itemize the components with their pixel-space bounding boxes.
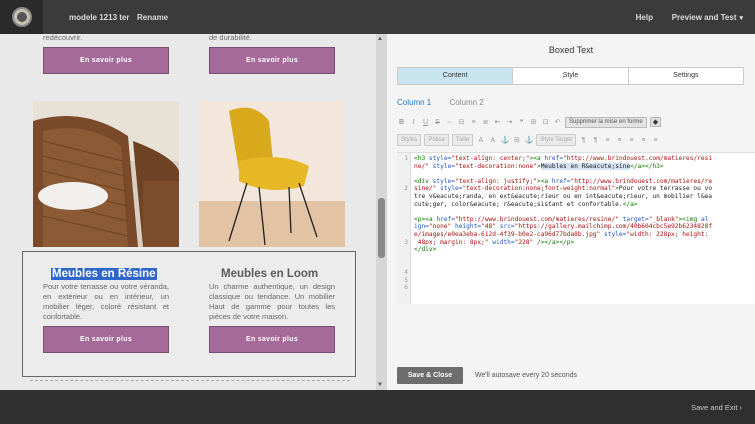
blockquote-icon[interactable]: ❝ <box>517 118 526 126</box>
chevron-right-icon: › <box>739 403 743 412</box>
chimp-logo-icon <box>11 7 32 27</box>
image-icon[interactable]: ⊡ <box>541 118 550 126</box>
undo-icon[interactable]: ↶ <box>553 118 562 126</box>
chevron-down-icon: ▾ <box>739 15 743 22</box>
insert-table-icon[interactable]: ⊞ <box>512 136 521 144</box>
size-dropdown[interactable]: Taille <box>451 134 474 146</box>
table-icon[interactable]: ⊞ <box>529 118 538 126</box>
text-color-icon[interactable]: A <box>476 137 485 144</box>
top-bar: modele 1213 ter Rename Help Preview and … <box>0 0 755 34</box>
underline-button[interactable]: U <box>421 119 430 126</box>
indent-icon[interactable]: ⇥ <box>505 118 514 126</box>
bottom-bar: Save and Exit › <box>0 390 755 424</box>
en-savoir-plus-button[interactable]: En savoir plus <box>43 47 169 74</box>
en-savoir-plus-button[interactable]: En savoir plus <box>209 47 335 74</box>
autosave-notice: We'll autosave every 20 seconds <box>475 372 577 379</box>
campaign-name: modele 1213 ter <box>69 13 130 22</box>
editor-tabs: Content Style Settings <box>397 67 744 85</box>
ltr-icon[interactable]: ¶ <box>579 137 588 144</box>
block-divider <box>30 380 350 381</box>
html-source-editor[interactable]: 1 2 3 4 5 6 <h3 style="text-align: cente… <box>397 152 755 304</box>
strike-button[interactable]: S <box>433 119 442 126</box>
merge-tag-icon[interactable]: ⚓ <box>524 136 534 144</box>
format-toolbar-2: Styles Police Taille A A ⚓ ⊞ ⚓ Style Tar… <box>397 133 660 147</box>
unlink-icon[interactable]: ⊟ <box>457 118 466 126</box>
email-preview[interactable]: redécouvrir. de durabilité. En savoir pl… <box>0 34 376 390</box>
en-savoir-plus-button[interactable]: En savoir plus <box>209 326 335 353</box>
tab-column-2[interactable]: Column 2 <box>449 98 483 107</box>
font-dropdown[interactable]: Police <box>424 134 449 146</box>
bg-color-icon[interactable]: A <box>488 137 497 144</box>
save-and-close-button[interactable]: Save & Close <box>397 367 463 384</box>
rtl-icon[interactable]: ¶ <box>591 137 600 144</box>
bullet-list-icon[interactable]: ≣ <box>481 118 490 126</box>
editor-title: Boxed Text <box>548 45 594 55</box>
en-savoir-plus-button[interactable]: En savoir plus <box>43 326 169 353</box>
content-editor-panel: Boxed Text Content Style Settings Column… <box>387 34 755 390</box>
save-and-exit-button[interactable]: Save and Exit › <box>691 403 742 412</box>
scroll-up-icon[interactable]: ▲ <box>377 36 383 42</box>
rattan-chair-image[interactable] <box>33 101 179 247</box>
preview-text-top-left: redécouvrir. <box>43 34 83 42</box>
tab-settings[interactable]: Settings <box>628 68 743 84</box>
numbered-list-icon[interactable]: ≡ <box>469 119 478 126</box>
remove-format-button[interactable]: Supprimer la mise en forme <box>565 116 647 128</box>
resine-description: Pour votre terrasse ou votre véranda, en… <box>43 282 169 321</box>
tab-column-1[interactable]: Column 1 <box>397 98 431 107</box>
align-none-icon[interactable]: ≡ <box>651 137 660 144</box>
app-logo[interactable] <box>0 0 43 34</box>
align-right-icon[interactable]: ≡ <box>627 137 636 144</box>
rename-link[interactable]: Rename <box>137 13 168 22</box>
tab-content[interactable]: Content <box>398 68 514 84</box>
heading-meubles-en-loom[interactable]: Meubles en Loom <box>221 268 318 280</box>
anchor-icon[interactable]: ⚓ <box>500 136 510 144</box>
preview-scrollbar[interactable]: ▲ ▼ <box>376 34 387 390</box>
source-toggle-icon[interactable]: ◆ <box>649 117 662 127</box>
align-justify-icon[interactable]: ≡ <box>639 137 648 144</box>
preview-text-top-right: de durabilité. <box>209 34 252 42</box>
scroll-thumb[interactable] <box>378 198 385 258</box>
align-left-icon[interactable]: ≡ <box>603 137 612 144</box>
tab-style[interactable]: Style <box>513 68 629 84</box>
align-center-icon[interactable]: ≡ <box>615 137 624 144</box>
style-target-dropdown[interactable]: Style Target <box>536 134 576 146</box>
heading-meubles-en-resine[interactable]: Meubles en Résine <box>51 268 157 280</box>
link-icon[interactable]: ⇔ <box>445 119 454 126</box>
loom-description: Un charme authentique, un design classiq… <box>209 282 335 321</box>
italic-button[interactable]: I <box>409 119 418 126</box>
help-link[interactable]: Help <box>636 13 653 22</box>
outdent-icon[interactable]: ⇤ <box>493 118 502 126</box>
column-tabs: Column 1 Column 2 <box>397 98 500 107</box>
html-source-code: <h3 style="text-align: center;"><a href=… <box>414 155 713 254</box>
line-number-gutter: 1 2 3 4 5 6 <box>397 153 411 304</box>
format-toolbar: B I U S ⇔ ⊟ ≡ ≣ ⇤ ⇥ ❝ ⊞ ⊡ ↶ Supprimer la… <box>397 115 662 129</box>
scroll-down-icon[interactable]: ▼ <box>377 382 383 388</box>
yellow-chair-image[interactable] <box>199 101 345 247</box>
styles-dropdown[interactable]: Styles <box>397 134 422 146</box>
preview-and-test-menu[interactable]: Preview and Test ▾ <box>672 13 743 22</box>
bold-button[interactable]: B <box>397 119 406 126</box>
